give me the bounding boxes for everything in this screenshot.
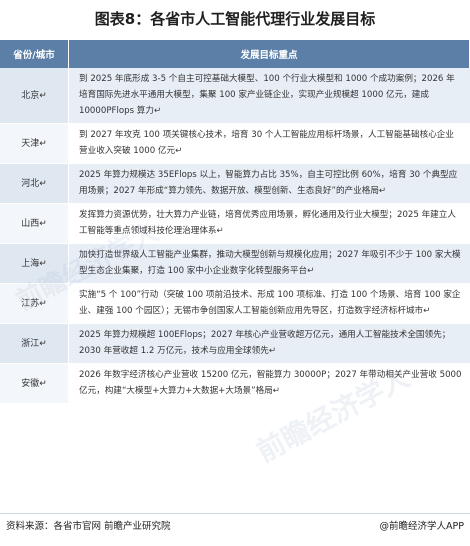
city-cell: 浙江↵: [0, 323, 69, 364]
city-cell: 江苏↵: [0, 283, 69, 324]
table-row: 山西↵ 发挥算力资源优势，壮大算力产业链，培育优秀应用场景，孵化通用及行业大模型…: [0, 203, 470, 244]
goal-cell: 加快打造世界级人工智能产业集群，推动大模型创新与规模化应用；2027 年吸引不少…: [68, 243, 470, 284]
table-row: 河北↵ 2025 年算力规模达 35EFlops 以上，智能算力占比 35%，自…: [0, 163, 470, 204]
table-row: 北京↵ 到 2025 年底形成 3-5 个自主可控基础大模型、100 个行业大模…: [0, 68, 470, 124]
city-cell: 上海↵: [0, 243, 69, 284]
table-row: 上海↵ 加快打造世界级人工智能产业集群，推动大模型创新与规模化应用；2027 年…: [0, 243, 470, 284]
table-header-row: 省份/城市 发展目标重点: [0, 40, 470, 68]
header-goals: 发展目标重点: [68, 40, 470, 68]
table-row: 安徽↵ 2026 年数字经济核心产业营收 15200 亿元，智能算力 30000…: [0, 363, 470, 404]
table-row: 江苏↵ 实施“5 个 100”行动（突破 100 项前沿技术、形成 100 项标…: [0, 283, 470, 324]
goal-cell: 到 2025 年底形成 3-5 个自主可控基础大模型、100 个行业大模型和 1…: [68, 68, 470, 124]
city-cell: 天津↵: [0, 123, 69, 164]
goal-cell: 发挥算力资源优势，壮大算力产业链，培育优秀应用场景，孵化通用及行业大模型；202…: [68, 203, 470, 244]
table-row: 浙江↵ 2025 年算力规模超 100EFlops；2027 年核心产业营收超万…: [0, 323, 470, 364]
brand-label: @前瞻经济学人APP: [379, 521, 464, 532]
page-title: 图表8：各省市人工智能代理行业发展目标: [94, 9, 376, 28]
footer: 资料来源：各省市官网 前瞻产业研究院 @前瞻经济学人APP: [0, 516, 470, 538]
goal-cell: 2025 年算力规模达 35EFlops 以上，智能算力占比 35%，自主可控比…: [68, 163, 470, 204]
header-city: 省份/城市: [0, 40, 69, 68]
goal-cell: 2026 年数字经济核心产业营收 15200 亿元，智能算力 30000P；20…: [68, 363, 470, 404]
source-note: 资料来源：各省市官网 前瞻产业研究院: [6, 521, 171, 532]
goals-table: 省份/城市 发展目标重点 北京↵ 到 2025 年底形成 3-5 个自主可控基础…: [0, 40, 470, 404]
city-cell: 河北↵: [0, 163, 69, 204]
footer-divider: [0, 513, 470, 514]
goal-cell: 到 2027 年攻克 100 项关键核心技术，培育 30 个人工智能应用标杆场景…: [68, 123, 470, 164]
table-row: 天津↵ 到 2027 年攻克 100 项关键核心技术，培育 30 个人工智能应用…: [0, 123, 470, 164]
city-cell: 北京↵: [0, 68, 69, 124]
goal-cell: 2025 年算力规模超 100EFlops；2027 年核心产业营收超万亿元，通…: [68, 323, 470, 364]
city-cell: 安徽↵: [0, 363, 69, 404]
city-cell: 山西↵: [0, 203, 69, 244]
goal-cell: 实施“5 个 100”行动（突破 100 项前沿技术、形成 100 项标准、打造…: [68, 283, 470, 324]
